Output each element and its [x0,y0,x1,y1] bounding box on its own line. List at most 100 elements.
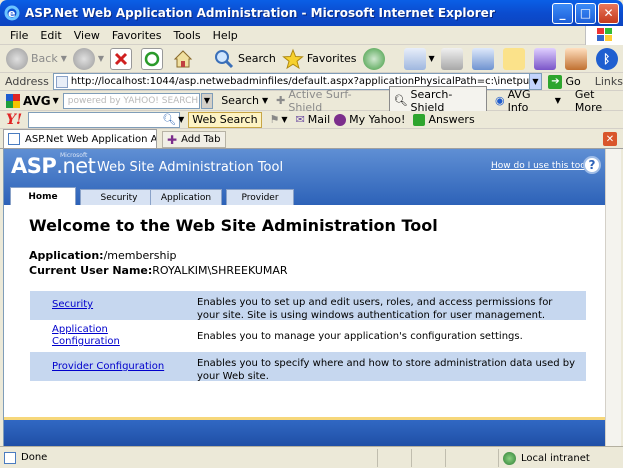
info-icon: ◉ [494,94,505,107]
forward-button[interactable]: ▼ [72,47,104,70]
add-tab-button[interactable]: ✚ Add Tab [162,131,226,148]
yahoo-logo[interactable]: Y! [6,112,22,128]
tools-icon [564,47,587,70]
close-button[interactable]: ✕ [598,2,619,24]
menu-view[interactable]: View [68,29,106,42]
menu-help[interactable]: Help [207,29,244,42]
yahoo-mail-button[interactable]: ✉ Mail [296,113,331,126]
back-arrow-icon [6,47,28,70]
table-row: Provider Configuration Enables you to sp… [30,352,586,382]
svg-text:e: e [8,7,15,20]
history-button[interactable] [362,47,388,70]
discuss-button[interactable] [502,47,528,70]
yahoo-search-dropdown[interactable]: ▼ [178,115,184,124]
intranet-icon [503,451,516,465]
footer-blue-band [4,420,605,446]
yahoo-web-search-button[interactable]: Web Search [188,111,262,128]
go-button[interactable]: ➔ Go [548,74,581,89]
wsat-nav-tabs: Home Security Application Provider [4,187,605,205]
forward-arrow-icon [72,47,95,70]
tab-application[interactable]: Application [150,189,222,205]
links-button[interactable]: Links [595,75,623,88]
windows-flag-icon [585,25,623,45]
tab-security[interactable]: Security [80,189,158,205]
maximize-button[interactable]: □ [575,2,596,24]
avg-get-more-button[interactable]: Get More [575,88,623,114]
mail-button[interactable]: ▼ [403,47,435,70]
avg-search-button[interactable]: Search ▼ [221,94,268,107]
avg-search-dropdown[interactable]: ▼ [200,92,214,109]
home-button[interactable] [172,48,197,70]
research-button[interactable] [533,47,559,70]
avg-search-input[interactable]: powered by YAHOO! SEARCH [62,92,200,109]
microsoft-label: Microsoft [60,152,88,159]
security-description: Enables you to set up and edit users, ro… [197,297,553,321]
search-button[interactable]: Search [213,48,276,70]
help-icon[interactable]: ? [583,156,601,174]
security-link[interactable]: Security [30,291,197,320]
star-icon [281,48,304,70]
stop-button[interactable] [110,47,135,70]
application-info: Application:/membership [29,249,176,262]
yahoo-bookmark-button[interactable]: ⚑ ▼ [270,113,288,126]
page-viewport: ASP.net Microsoft Web Site Administratio… [3,149,605,446]
menu-bar: File Edit View Favorites Tools Help [0,25,623,45]
shield-icon: ✚ [276,94,286,107]
avg-toolbar: AVG ▼ powered by YAHOO! SEARCH ▼ Search ▼… [0,85,623,116]
my-yahoo-button[interactable]: My Yahoo! [334,113,405,126]
vertical-scrollbar[interactable] [605,149,621,446]
stop-icon [110,47,133,70]
yahoo-answers-button[interactable]: Answers [413,113,475,126]
minimize-button[interactable]: _ [552,2,573,24]
refresh-button[interactable] [141,47,166,70]
favorites-button[interactable]: Favorites [281,48,357,70]
current-user-label: Current User Name: [29,264,153,277]
close-tab-icon[interactable]: ✕ [603,132,617,146]
title-bar: e ASP.Net Web Application Administration… [0,0,623,26]
yahoo-toolbar: Y! 🔍︎ ▼ Web Search ⚑ ▼ ✉ Mail My Yahoo! A… [0,111,623,129]
home-icon [172,48,194,70]
print-icon [440,47,463,70]
menu-favorites[interactable]: Favorites [106,29,168,42]
yahoo-search-icon[interactable]: 🔍︎ [162,113,176,126]
standard-toolbar: Back ▼ ▼ Search Favorites ▼ ᛒ [0,45,623,73]
edit-button[interactable] [471,47,497,70]
back-button[interactable]: Back ▼ [6,47,67,70]
provider-configuration-link[interactable]: Provider Configuration [30,352,197,381]
help-link[interactable]: How do I use this tool? [491,161,593,171]
wsat-title: Web Site Administration Tool [97,160,284,175]
application-configuration-link[interactable]: Application Configuration [30,321,197,351]
bluetooth-icon: ᛒ [595,47,618,70]
edit-icon [471,47,494,70]
research-icon [533,47,556,70]
bluetooth-button[interactable]: ᛒ [595,47,621,70]
table-row: Security Enables you to set up and edit … [30,291,586,321]
yahoo-search-input[interactable] [28,111,181,128]
refresh-icon [141,47,164,70]
page-icon [55,75,68,88]
messenger-button[interactable] [564,47,590,70]
avg-logo-icon [6,93,20,108]
tab-home[interactable]: Home [10,187,76,205]
status-segment [377,448,403,467]
status-text: Done [21,452,48,463]
page-title: Welcome to the Web Site Administration T… [29,216,438,235]
search-icon [213,48,235,70]
avg-logo[interactable]: AVG ▼ [6,93,59,108]
status-bar: Done Local intranet [0,446,623,468]
page-footer [4,417,605,446]
tab-provider[interactable]: Provider [226,189,294,205]
print-button[interactable] [440,47,466,70]
table-row: Application Configuration Enables you to… [30,321,586,352]
plus-icon: ✚ [167,132,178,147]
browser-tab-bar: ASP.Net Web Application Admini... ✚ Add … [0,129,623,149]
avg-info-button[interactable]: ◉ AVG Info ▼ [495,88,561,114]
wsat-header: ASP.net Microsoft Web Site Administratio… [4,149,605,205]
browser-tab-current[interactable]: ASP.Net Web Application Admini... [3,129,157,148]
menu-edit[interactable]: Edit [34,29,67,42]
menu-tools[interactable]: Tools [168,29,207,42]
page-icon [4,451,16,464]
avg-active-surf-shield[interactable]: ✚ Active Surf-Shield [276,88,380,114]
menu-file[interactable]: File [4,29,34,42]
address-label: Address [5,75,49,88]
